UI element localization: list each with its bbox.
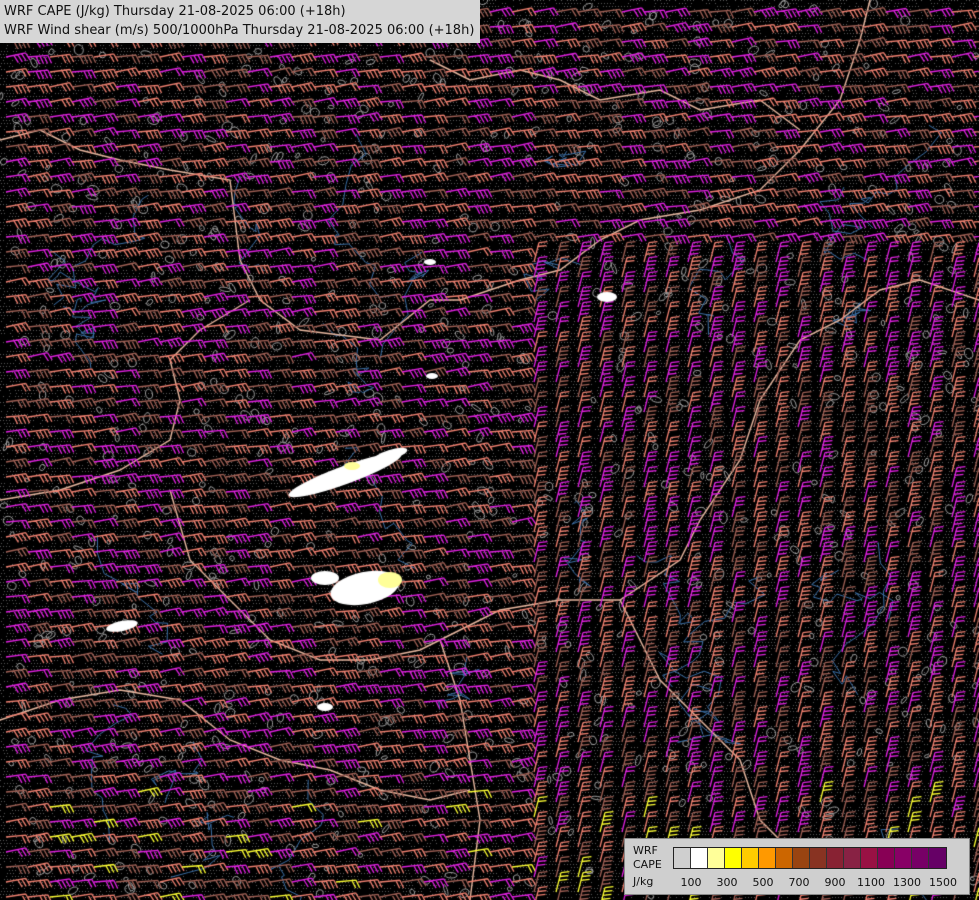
legend-swatch [895,848,912,868]
legend-unit-label: J/kg [633,875,654,888]
legend-tick: 500 [752,876,774,889]
legend-swatch [691,848,708,868]
legend-model-label: WRF [633,844,658,857]
legend-tick-labels: 100 300 500 700 900 1100 1300 1500 [673,876,963,889]
legend-swatch [742,848,759,868]
legend-swatch [827,848,844,868]
legend-swatch [844,848,861,868]
legend-tick: 100 [680,876,702,889]
legend-tick: 700 [788,876,810,889]
map-title-cape: WRF CAPE (J/kg) Thursday 21-08-2025 06:0… [4,4,346,19]
legend-swatch [861,848,878,868]
legend-swatch [708,848,725,868]
map-title-box: WRF CAPE (J/kg) Thursday 21-08-2025 06:0… [0,0,481,43]
legend-swatch [776,848,793,868]
legend-swatch [810,848,827,868]
legend-tick: 900 [824,876,846,889]
legend-swatch [725,848,742,868]
legend-swatch [674,848,691,868]
legend-tick: 1500 [929,876,957,889]
legend-color-scale [673,847,947,869]
legend-tick: 1300 [893,876,921,889]
legend-field-label: CAPE [633,858,662,871]
map-title-wind-shear: WRF Wind shear (m/s) 500/1000hPa Thursda… [4,23,475,38]
cape-legend: WRF CAPE J/kg 100 300 500 700 900 1100 1300 150… [624,838,970,895]
legend-swatch [929,848,946,868]
legend-swatch [912,848,929,868]
legend-tick: 300 [716,876,738,889]
legend-tick: 1100 [857,876,885,889]
legend-swatch [759,848,776,868]
legend-swatch [793,848,810,868]
weather-map-canvas [0,0,979,900]
legend-swatch [878,848,895,868]
